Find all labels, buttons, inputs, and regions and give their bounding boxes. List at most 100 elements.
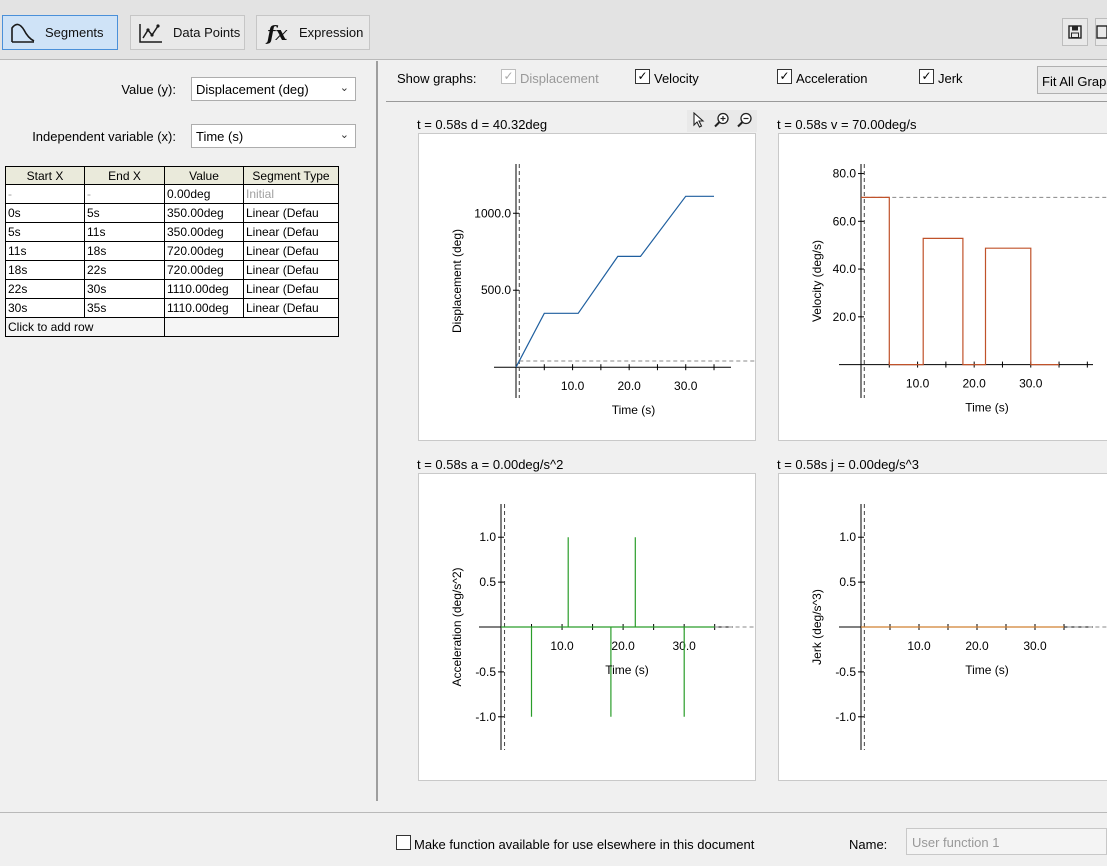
table-cell[interactable]: 0.00deg <box>164 184 244 204</box>
table-cell[interactable]: 0s <box>5 203 85 223</box>
table-row[interactable]: 5s 11s 350.00deg Linear (Defau <box>5 222 339 242</box>
zoom-in-icon[interactable] <box>710 112 733 131</box>
data-points-icon <box>131 16 171 49</box>
table-cell[interactable]: 5s <box>84 203 165 223</box>
table-cell[interactable]: Linear (Defau <box>243 203 339 223</box>
table-cell[interactable]: 18s <box>5 260 85 280</box>
jerk-checkbox[interactable]: ✓ <box>919 69 934 84</box>
tab-segments-label: Segments <box>45 25 104 40</box>
value-select[interactable]: Displacement (deg) ⌄ <box>191 77 356 101</box>
jerk-checkbox-label: Jerk <box>938 71 963 86</box>
y-axis-label: Acceleration (deg/s^2) <box>450 567 464 686</box>
export-icon[interactable] <box>1095 18 1107 46</box>
acceleration-checkbox-label: Acceleration <box>796 71 868 86</box>
x-tick-label: 20.0 <box>965 639 989 653</box>
table-cell[interactable]: 350.00deg <box>164 203 244 223</box>
table-cell[interactable]: Initial <box>243 184 339 204</box>
table-cell[interactable]: 30s <box>5 298 85 318</box>
fit-all-graphs-button[interactable]: Fit All Grap <box>1037 66 1107 94</box>
table-row[interactable]: 18s 22s 720.00deg Linear (Defau <box>5 260 339 280</box>
table-cell[interactable]: - <box>84 184 165 204</box>
table-row[interactable]: 22s 30s 1110.00deg Linear (Defau <box>5 279 339 299</box>
acceleration-checkbox[interactable]: ✓ <box>777 69 792 84</box>
table-cell[interactable]: 5s <box>5 222 85 242</box>
velocity-readout: t = 0.58s v = 70.00deg/s <box>777 117 917 132</box>
independent-variable-select[interactable]: Time (s) ⌄ <box>191 124 356 148</box>
table-cell[interactable]: 1110.00deg <box>164 298 244 318</box>
tab-expression[interactable]: fx Expression <box>256 15 370 50</box>
tab-segments[interactable]: Segments <box>2 15 118 50</box>
tab-data-points[interactable]: Data Points <box>130 15 245 50</box>
header-start-x[interactable]: Start X <box>5 166 85 185</box>
table-cell[interactable]: 18s <box>84 241 165 261</box>
save-icon[interactable] <box>1062 18 1088 46</box>
y-tick-label: 0.5 <box>839 575 856 589</box>
displacement-checkbox[interactable]: ✓ <box>501 69 516 84</box>
chevron-down-icon: ⌄ <box>339 129 349 141</box>
velocity-checkbox[interactable]: ✓ <box>635 69 650 84</box>
table-row[interactable]: 11s 18s 720.00deg Linear (Defau <box>5 241 339 261</box>
fx-icon: fx <box>257 16 297 49</box>
add-row-filler[interactable] <box>164 317 339 337</box>
y-tick-label: 60.0 <box>833 214 857 228</box>
table-cell[interactable]: Linear (Defau <box>243 222 339 242</box>
table-cell[interactable]: 22s <box>84 260 165 280</box>
x-axis-label: Time (s) <box>965 663 1009 677</box>
table-cell[interactable]: 350.00deg <box>164 222 244 242</box>
chevron-down-icon: ⌄ <box>339 82 349 94</box>
y-tick-label: 1000.0 <box>474 206 511 220</box>
table-header-row: Start X End X Value Segment Type <box>5 166 339 185</box>
y-axis-label: Velocity (deg/s) <box>810 240 824 322</box>
y-tick-label: -1.0 <box>835 710 856 724</box>
displacement-graph[interactable]: 10.0 20.0 30.0 500.0 1000.0 Time (s) Displacem… <box>418 133 756 441</box>
add-row-button[interactable]: Click to add row <box>5 317 165 337</box>
x-tick-label: 10.0 <box>907 639 931 653</box>
x-axis-label: Time (s) <box>605 663 649 677</box>
table-cell[interactable]: 30s <box>84 279 165 299</box>
table-cell[interactable]: Linear (Defau <box>243 298 339 318</box>
x-axis-label: Time (s) <box>612 403 656 417</box>
header-segment-type[interactable]: Segment Type <box>243 166 339 185</box>
x-tick-label: 20.0 <box>611 639 635 653</box>
displacement-readout: t = 0.58s d = 40.32deg <box>417 117 548 132</box>
x-tick-label: 20.0 <box>617 379 641 393</box>
y-tick-label: 20.0 <box>833 310 857 324</box>
table-cell[interactable]: 35s <box>84 298 165 318</box>
table-cell[interactable]: 22s <box>5 279 85 299</box>
make-available-checkbox[interactable] <box>396 835 411 850</box>
add-row[interactable]: Click to add row <box>5 317 339 337</box>
table-cell[interactable]: 720.00deg <box>164 241 244 261</box>
table-cell[interactable]: 11s <box>5 241 85 261</box>
table-row[interactable]: 0s 5s 350.00deg Linear (Defau <box>5 203 339 223</box>
x-tick-label: 30.0 <box>1023 639 1047 653</box>
jerk-graph[interactable]: 10.0 20.0 30.0 -1.0 -0.5 0.5 1.0 Time (s) Jerk (… <box>778 473 1107 781</box>
acceleration-graph[interactable]: 10.0 20.0 30.0 -1.0 -0.5 0.5 1.0 Time (s) Accele… <box>418 473 756 781</box>
table-cell[interactable]: - <box>5 184 85 204</box>
table-cell[interactable]: 1110.00deg <box>164 279 244 299</box>
graphs-panel: Show graphs: ✓ Displacement ✓ Velocity ✓… <box>378 61 1107 801</box>
header-value[interactable]: Value <box>164 166 244 185</box>
table-cell[interactable]: Linear (Defau <box>243 279 339 299</box>
show-graphs-label: Show graphs: <box>397 71 477 86</box>
table-cell[interactable]: Linear (Defau <box>243 260 339 280</box>
table-row[interactable]: - - 0.00deg Initial <box>5 184 339 204</box>
x-tick-label: 10.0 <box>906 377 930 391</box>
tab-expression-label: Expression <box>299 25 364 40</box>
fx-glyph: fx <box>266 20 288 45</box>
y-tick-label: -0.5 <box>475 665 496 679</box>
table-cell[interactable]: 11s <box>84 222 165 242</box>
table-cell[interactable]: 720.00deg <box>164 260 244 280</box>
name-label: Name: <box>849 837 888 852</box>
table-row[interactable]: 30s 35s 1110.00deg Linear (Defau <box>5 298 339 318</box>
independent-variable-label: Independent variable (x): <box>32 129 176 144</box>
y-axis-label: Displacement (deg) <box>450 229 464 333</box>
displacement-series-line <box>515 195 714 368</box>
header-end-x[interactable]: End X <box>84 166 165 185</box>
function-name-input[interactable]: User function 1 <box>906 828 1107 855</box>
velocity-graph[interactable]: 10.0 20.0 30.0 20.0 40.0 60.0 80.0 Time (s) Velo… <box>778 133 1107 441</box>
zoom-out-icon[interactable] <box>733 112 756 131</box>
table-cell[interactable]: Linear (Defau <box>243 241 339 261</box>
pointer-icon[interactable] <box>687 111 710 131</box>
make-available-label: Make function available for use elsewher… <box>414 837 755 852</box>
acceleration-chart-svg: 10.0 20.0 30.0-1.0-0.50.51.0Time (s)Accele… <box>450 504 755 750</box>
